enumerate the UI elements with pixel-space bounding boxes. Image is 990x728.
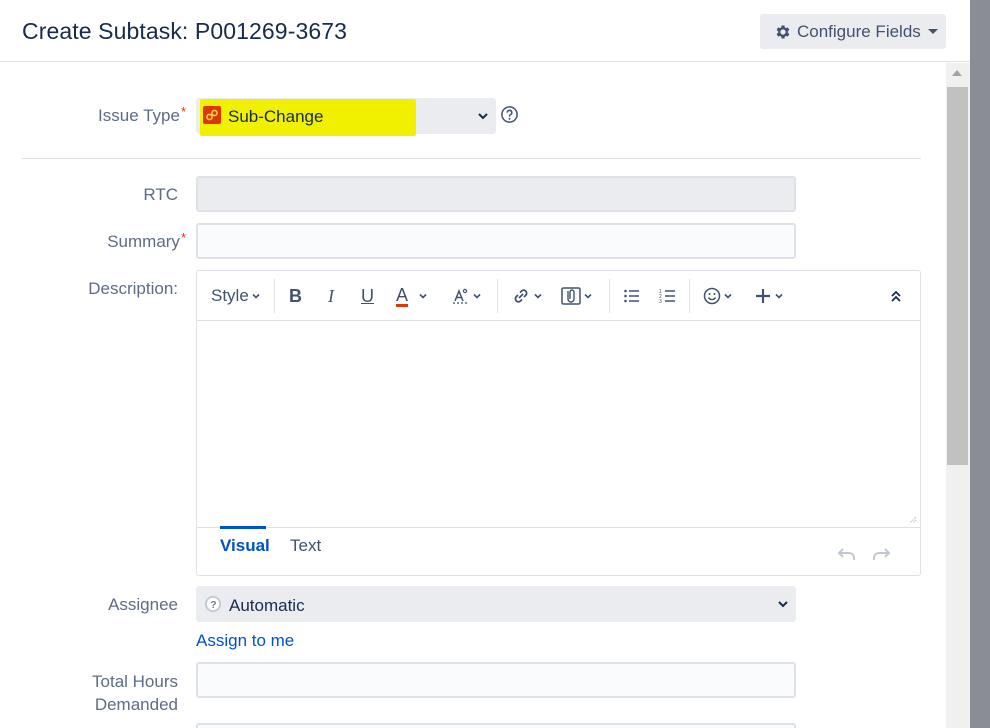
dialog-scrollbar[interactable]: [946, 63, 970, 728]
dialog-header: Create Subtask: P001269-3673 Configure F…: [0, 0, 970, 62]
numbered-list-button[interactable]: 123: [659, 271, 677, 321]
summary-input[interactable]: [196, 223, 796, 259]
emoji-icon: [703, 287, 721, 305]
active-tab-indicator: [220, 526, 266, 529]
plus-icon: [756, 289, 770, 303]
create-subtask-dialog: Create Subtask: P001269-3673 Configure F…: [0, 0, 970, 728]
tab-text[interactable]: Text: [290, 536, 321, 556]
redo-icon[interactable]: [871, 548, 891, 562]
style-label: Style: [211, 286, 249, 305]
chevron-down-icon: [775, 293, 783, 299]
sub-change-icon: [203, 106, 221, 124]
attachment-button[interactable]: [561, 271, 592, 321]
assignee-value: Automatic: [229, 596, 305, 615]
attachment-icon: [561, 287, 581, 305]
toolbar-separator: [689, 279, 690, 313]
total-hours-label: Total Hours Demanded: [92, 672, 178, 714]
numbered-list-icon: 123: [659, 289, 675, 304]
svg-text:3: 3: [659, 299, 662, 304]
caret-down-icon: [927, 29, 938, 34]
clear-format-icon: [453, 288, 469, 304]
emoji-button[interactable]: [703, 271, 732, 321]
toolbar-separator: [497, 279, 498, 313]
rtc-label: RTC: [143, 185, 178, 204]
text-color-icon: A: [396, 284, 409, 307]
italic-icon[interactable]: I: [328, 271, 334, 321]
chevron-down-icon: [584, 293, 592, 299]
undo-icon[interactable]: [837, 548, 857, 562]
description-editor: Style B I U A 1 2 3 Visual Text: [196, 270, 921, 576]
modal-backdrop: [970, 0, 990, 728]
insert-more-button[interactable]: [754, 271, 783, 321]
dialog-title: Create Subtask: P001269-3673: [22, 18, 348, 44]
chevron-down-icon: [534, 293, 542, 299]
chevron-down-icon: [473, 293, 481, 299]
style-dropdown[interactable]: Style: [211, 271, 260, 321]
bullet-list-button[interactable]: [623, 271, 641, 321]
chevron-down-icon: [724, 293, 732, 299]
configure-fields-button[interactable]: Configure Fields: [760, 14, 946, 49]
scroll-up-arrow[interactable]: [952, 70, 962, 76]
link-button[interactable]: [511, 271, 542, 321]
configure-fields-label: Configure Fields: [797, 21, 921, 41]
scroll-thumb[interactable]: [947, 87, 968, 465]
bold-icon[interactable]: B: [289, 271, 302, 321]
editor-toolbar: Style B I U A 1 2 3: [197, 271, 920, 321]
text-color-button[interactable]: A: [396, 271, 427, 321]
description-textarea[interactable]: [197, 322, 920, 527]
clear-format-button[interactable]: [452, 271, 481, 321]
underline-icon[interactable]: U: [361, 271, 374, 321]
chevron-down-icon: [419, 293, 427, 299]
svg-text:?: ?: [210, 600, 216, 611]
issue-type-label: Issue Type*: [98, 104, 186, 125]
automatic-avatar-icon: ?: [205, 596, 221, 612]
resize-handle-icon[interactable]: [907, 514, 917, 524]
chevron-down-icon: [478, 113, 488, 120]
gear-icon: [774, 23, 792, 41]
editor-mode-tabs: Visual Text: [197, 526, 920, 575]
tab-visual[interactable]: Visual: [220, 536, 270, 556]
chevron-down-icon: [778, 601, 788, 608]
toolbar-separator: [609, 279, 610, 313]
total-hours-input[interactable]: [196, 662, 796, 698]
section-divider: [22, 158, 921, 159]
issue-type-value: Sub-Change: [228, 107, 324, 126]
collapse-toolbar-button[interactable]: [889, 271, 903, 321]
description-label: Description:: [88, 279, 178, 298]
link-icon: [514, 289, 528, 303]
assignee-label: Assignee: [108, 595, 178, 614]
rtc-field: [196, 176, 796, 212]
chevron-down-icon: [252, 293, 260, 299]
next-field-input[interactable]: [196, 723, 796, 728]
collapse-icon: [891, 290, 901, 302]
help-icon[interactable]: [500, 105, 519, 124]
assign-to-me-link[interactable]: Assign to me: [196, 631, 294, 651]
bullet-list-icon: [624, 289, 639, 303]
summary-label: Summary*: [107, 230, 186, 251]
toolbar-separator: [274, 279, 275, 313]
